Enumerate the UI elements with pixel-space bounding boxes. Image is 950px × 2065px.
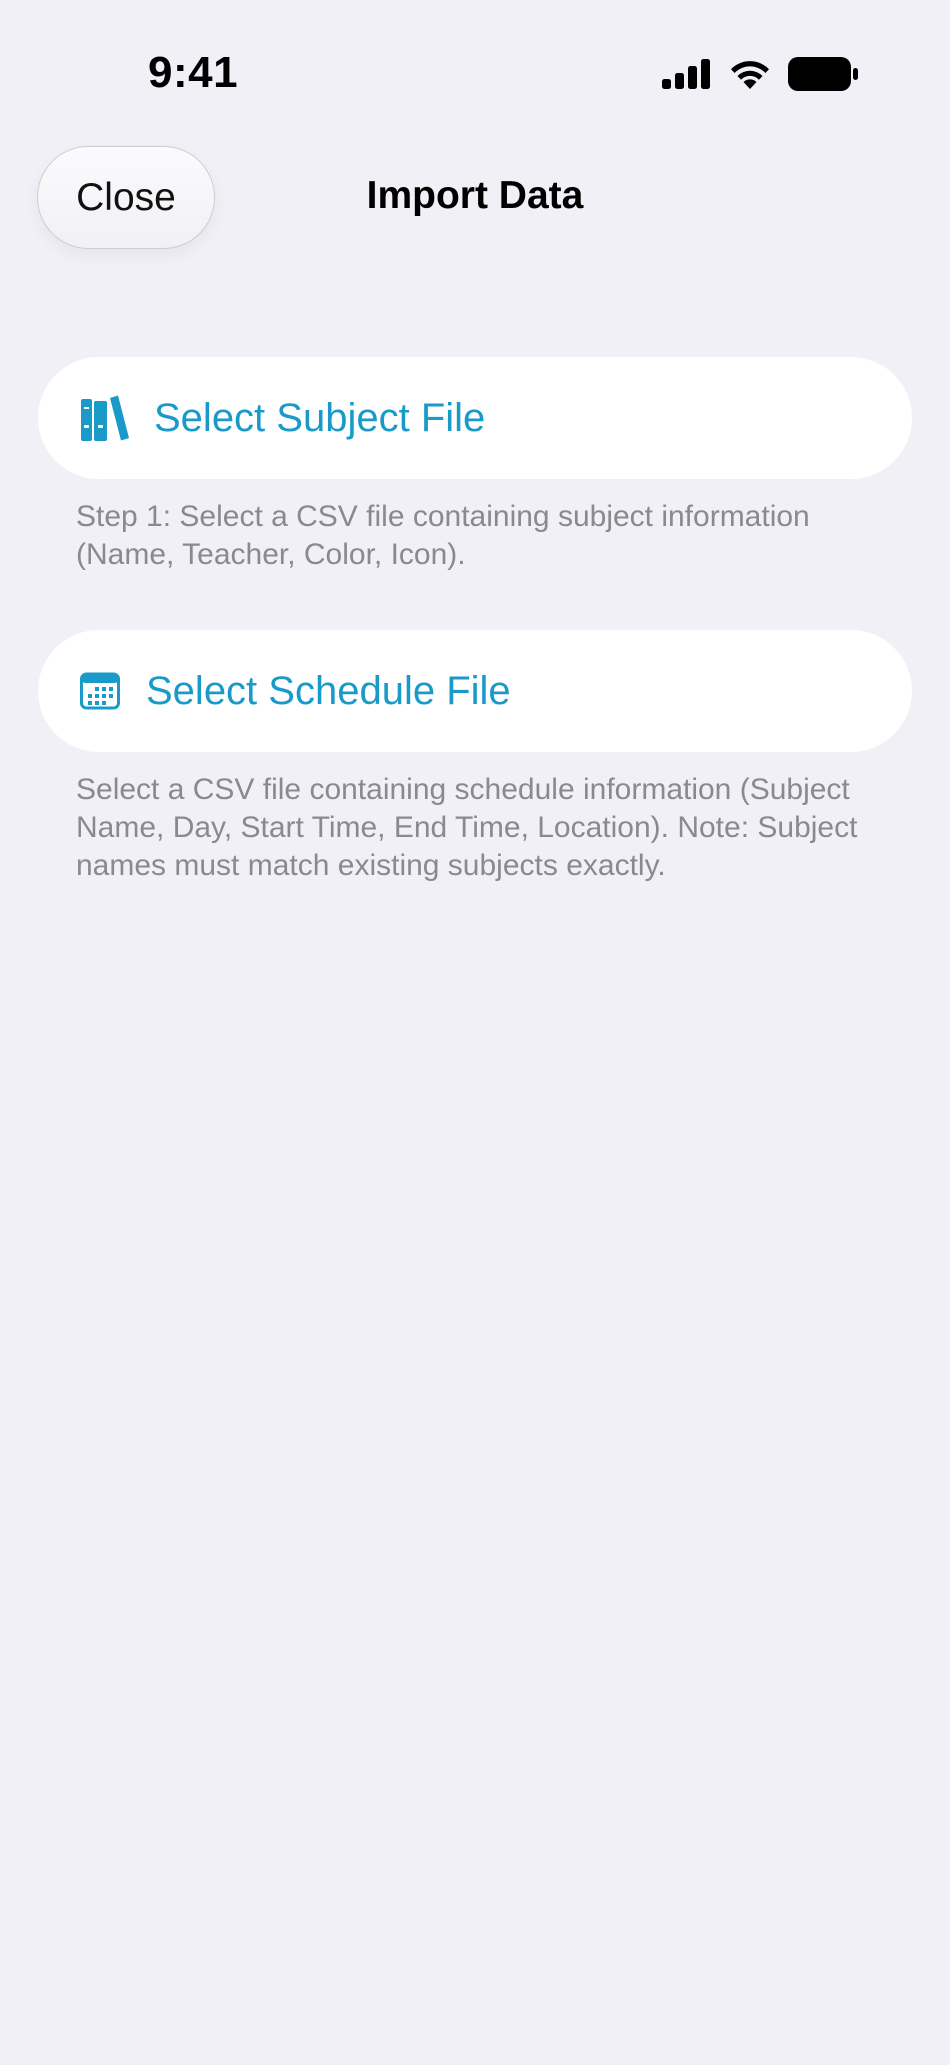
- select-schedule-file-button[interactable]: Select Schedule File: [38, 630, 912, 752]
- wifi-icon: [728, 58, 772, 90]
- calendar-icon: [80, 672, 120, 710]
- subject-file-help-text: Step 1: Select a CSV file containing sub…: [76, 500, 810, 571]
- import-data-screen: 9:41 Close Import Data Select Subject Fi…: [0, 0, 950, 2065]
- battery-icon: [788, 57, 858, 91]
- select-subject-file-button[interactable]: Select Subject File: [38, 357, 912, 479]
- status-time: 9:41: [148, 48, 239, 97]
- schedule-file-help-text: Select a CSV file containing schedule in…: [76, 773, 858, 882]
- status-bar: 9:41: [0, 0, 950, 130]
- books-icon: [80, 395, 130, 441]
- page-title: Import Data: [366, 174, 584, 217]
- status-icons: [662, 57, 858, 91]
- select-subject-file-label: Select Subject File: [154, 395, 486, 440]
- signal-icon: [662, 59, 712, 89]
- select-schedule-file-label: Select Schedule File: [146, 668, 511, 713]
